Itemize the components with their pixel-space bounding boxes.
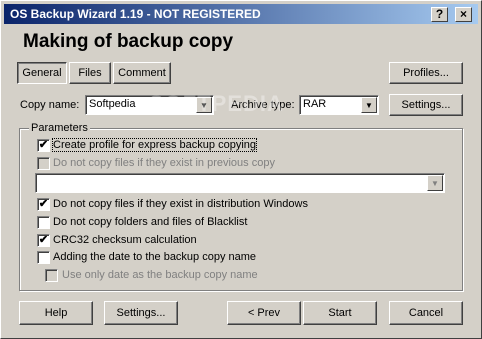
close-icon[interactable]: ×	[455, 7, 472, 22]
help-button[interactable]: Help	[19, 301, 93, 325]
copy-name-value: Softpedia	[89, 98, 136, 110]
watermark: SOFTPEDIA	[149, 91, 284, 116]
checkbox-crc32[interactable]: ✔	[37, 234, 50, 247]
tab-comment-label: Comment	[118, 67, 166, 79]
checkbox-date-only	[45, 269, 58, 282]
option-label[interactable]: CRC32 checksum calculation	[53, 234, 197, 246]
checkbox-blacklist[interactable]	[37, 216, 50, 229]
option-label[interactable]: Adding the date to the backup copy name	[53, 251, 256, 263]
option-label[interactable]: Create profile for express backup copyin…	[52, 138, 257, 152]
previous-copy-dropdown: ▼	[35, 173, 445, 193]
app-window: OS Backup Wizard 1.19 - NOT REGISTERED ?…	[0, 0, 482, 339]
option-label: Do not copy files if they exist in previ…	[53, 157, 275, 169]
prev-button[interactable]: < Prev	[227, 301, 301, 325]
checkbox-previous-copy	[37, 157, 50, 170]
option-label: Use only date as the backup copy name	[62, 269, 258, 281]
archive-type-combo[interactable]: RAR ▼	[299, 95, 379, 115]
tab-comment[interactable]: Comment	[113, 62, 171, 84]
copy-name-label: Copy name:	[20, 99, 80, 111]
option-label[interactable]: Do not copy files if they exist in distr…	[53, 198, 308, 210]
start-button[interactable]: Start	[303, 301, 377, 325]
settings-top-button[interactable]: Settings...	[389, 94, 463, 116]
chevron-down-icon: ▼	[427, 175, 443, 191]
tab-files[interactable]: Files	[69, 62, 111, 84]
checkbox-distribution-windows[interactable]: ✔	[37, 198, 50, 211]
chevron-down-icon[interactable]: ▼	[361, 97, 377, 113]
checkbox-express-profile[interactable]: ✔	[37, 139, 50, 152]
help-title-button[interactable]: ?	[431, 7, 448, 22]
tab-files-label: Files	[78, 67, 102, 79]
page-title: Making of backup copy	[23, 31, 234, 52]
archive-type-value: RAR	[303, 98, 327, 110]
cancel-button[interactable]: Cancel	[389, 301, 463, 325]
tab-general[interactable]: General	[17, 62, 67, 84]
title-bar[interactable]: OS Backup Wizard 1.19 - NOT REGISTERED ?…	[4, 4, 478, 24]
tab-general-label: General	[22, 67, 62, 79]
settings-bottom-button[interactable]: Settings...	[104, 301, 178, 325]
profiles-button[interactable]: Profiles...	[389, 62, 463, 84]
window-title: OS Backup Wizard 1.19 - NOT REGISTERED	[10, 7, 261, 21]
option-label[interactable]: Do not copy folders and files of Blackli…	[53, 216, 247, 228]
parameters-title: Parameters	[29, 122, 90, 134]
checkbox-add-date[interactable]	[37, 251, 50, 264]
